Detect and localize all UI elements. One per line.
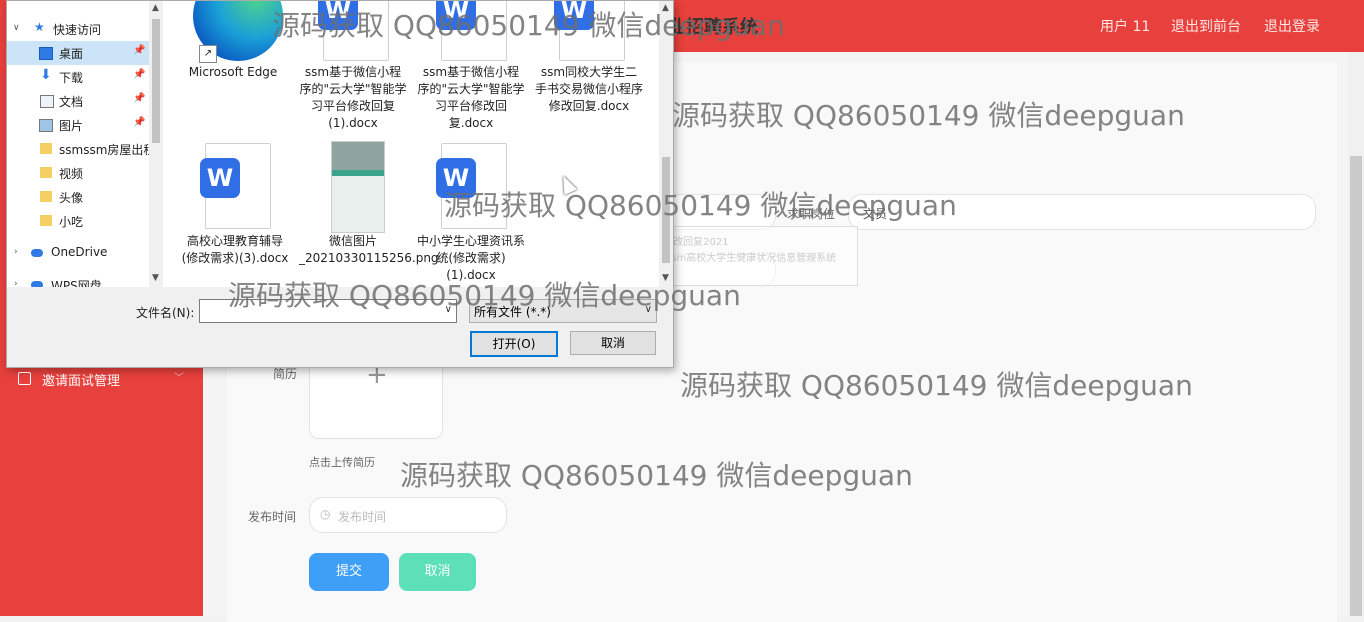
pin-icon: 📌 bbox=[133, 117, 146, 128]
page-scrollbar-thumb[interactable] bbox=[1350, 156, 1362, 616]
watermark: 源码获取 QQ86050149 微信deepguan bbox=[272, 9, 785, 42]
nav-label: 头像 bbox=[59, 191, 84, 205]
upload-hint: 点击上传简历 bbox=[309, 456, 375, 469]
file-item[interactable]: W 高校心理教育辅导(修改需求)(3).docx bbox=[181, 141, 289, 287]
filename-label: 文件名(N): bbox=[136, 306, 195, 320]
open-button[interactable]: 打开(O) bbox=[470, 331, 558, 357]
folder-icon bbox=[40, 167, 52, 178]
scroll-up-icon[interactable]: ▲ bbox=[152, 3, 159, 13]
watermark: 源码获取 QQ86050149 微信deepguan bbox=[672, 99, 1185, 132]
desktop-icon bbox=[39, 47, 53, 60]
shortcut-arrow-icon: ↗ bbox=[199, 45, 217, 63]
chevron-right-icon[interactable]: › bbox=[14, 247, 18, 257]
clock-icon: ◷ bbox=[320, 507, 331, 521]
nav-label: 桌面 bbox=[59, 47, 84, 61]
file-name: ssm基于微信小程序的"云大学"智能学习平台修改回复.docx bbox=[417, 65, 525, 130]
page-scrollbar[interactable] bbox=[1348, 52, 1364, 616]
nav-pictures[interactable]: 图片 📌 bbox=[7, 113, 153, 137]
nav-folder-video[interactable]: 视频 bbox=[7, 161, 153, 185]
nav-onedrive[interactable]: › OneDrive bbox=[7, 241, 153, 265]
folder-icon bbox=[40, 191, 52, 202]
file-name: ssm基于微信小程序的"云大学"智能学习平台修改回复(1).docx bbox=[299, 65, 407, 130]
nav-wps-cloud[interactable]: › WPS网盘 bbox=[7, 273, 153, 287]
publish-time-label: 发布时间 bbox=[248, 510, 297, 524]
user-link[interactable]: 用户 11 bbox=[1100, 16, 1150, 36]
cancel-button[interactable]: 取消 bbox=[399, 553, 476, 591]
nav-folder-avatar[interactable]: 头像 bbox=[7, 185, 153, 209]
nav-label: 视频 bbox=[59, 167, 84, 181]
submit-button[interactable]: 提交 bbox=[309, 553, 389, 591]
sidebar-item-label: 邀请面试管理 bbox=[42, 374, 121, 389]
nav-label: 小吃 bbox=[59, 215, 84, 229]
document-icon bbox=[40, 95, 54, 108]
nav-folder-house[interactable]: ssmssm房屋出租 bbox=[7, 137, 153, 161]
file-name: Microsoft Edge bbox=[188, 65, 278, 79]
nav-label: ssmssm房屋出租 bbox=[59, 143, 153, 157]
nav-desktop[interactable]: 桌面 📌 bbox=[7, 41, 153, 65]
pin-icon: 📌 bbox=[133, 45, 146, 56]
watermark: 源码获取 QQ86050149 微信deepguan bbox=[680, 369, 1193, 402]
publish-time-input[interactable]: ◷ 发布时间 bbox=[309, 497, 507, 533]
publish-time-placeholder: 发布时间 bbox=[338, 510, 387, 524]
nav-label: 快速访问 bbox=[53, 23, 102, 37]
pin-icon: 📌 bbox=[133, 93, 146, 104]
nav-scrollbar-thumb[interactable] bbox=[152, 19, 160, 143]
nav-label: 下载 bbox=[59, 71, 84, 85]
watermark: 源码获取 QQ86050149 微信deepguan bbox=[444, 189, 957, 222]
nav-label: 图片 bbox=[59, 119, 84, 133]
file-item[interactable]: ↗ Microsoft Edge bbox=[179, 1, 287, 131]
folder-icon bbox=[40, 215, 52, 226]
docx-icon: W bbox=[200, 143, 271, 229]
folder-icon bbox=[40, 143, 52, 154]
menu-square-icon bbox=[18, 372, 31, 385]
chevron-down-icon[interactable]: ∨ bbox=[13, 23, 20, 33]
nav-label: WPS网盘 bbox=[51, 279, 102, 287]
logout-link[interactable]: 退出登录 bbox=[1264, 16, 1320, 36]
picture-icon bbox=[39, 119, 53, 132]
file-name: ssm同校大学生二手书交易微信小程序修改回复.docx bbox=[535, 65, 644, 113]
watermark: 源码获取 QQ86050149 微信deepguan bbox=[228, 279, 741, 312]
star-icon: ★ bbox=[34, 20, 45, 34]
nav-label: OneDrive bbox=[51, 245, 108, 259]
cloud-icon bbox=[31, 249, 43, 257]
pin-icon: 📌 bbox=[133, 69, 146, 80]
navigation-pane: ∨ ★ 快速访问 桌面 📌 ⬇ 下载 📌 文档 📌 图片 📌 ssmssm房屋出… bbox=[7, 1, 153, 287]
file-name: 高校心理教育辅导(修改需求)(3).docx bbox=[181, 234, 289, 265]
nav-downloads[interactable]: ⬇ 下载 📌 bbox=[7, 65, 153, 89]
nav-quick-access[interactable]: ∨ ★ 快速访问 bbox=[7, 17, 153, 41]
download-icon: ⬇ bbox=[40, 67, 52, 83]
dialog-cancel-button[interactable]: 取消 bbox=[570, 331, 656, 355]
nav-documents[interactable]: 文档 📌 bbox=[7, 89, 153, 113]
png-thumbnail-icon bbox=[331, 141, 385, 233]
watermark: 源码获取 QQ86050149 微信deepguan bbox=[400, 459, 913, 492]
chevron-down-icon: ﹀ bbox=[174, 373, 184, 384]
back-to-front-link[interactable]: 退出到前台 bbox=[1171, 16, 1241, 36]
file-name: 微信图片_20210330115256.png bbox=[299, 234, 439, 265]
file-item[interactable]: 微信图片_20210330115256.png bbox=[299, 141, 439, 287]
nav-folder-snack[interactable]: 小吃 bbox=[7, 209, 153, 233]
nav-label: 文档 bbox=[59, 95, 84, 109]
scroll-down-icon[interactable]: ▼ bbox=[152, 273, 159, 283]
nav-scrollbar[interactable]: ▲ ▼ bbox=[149, 1, 163, 287]
chevron-right-icon[interactable]: › bbox=[14, 279, 18, 287]
